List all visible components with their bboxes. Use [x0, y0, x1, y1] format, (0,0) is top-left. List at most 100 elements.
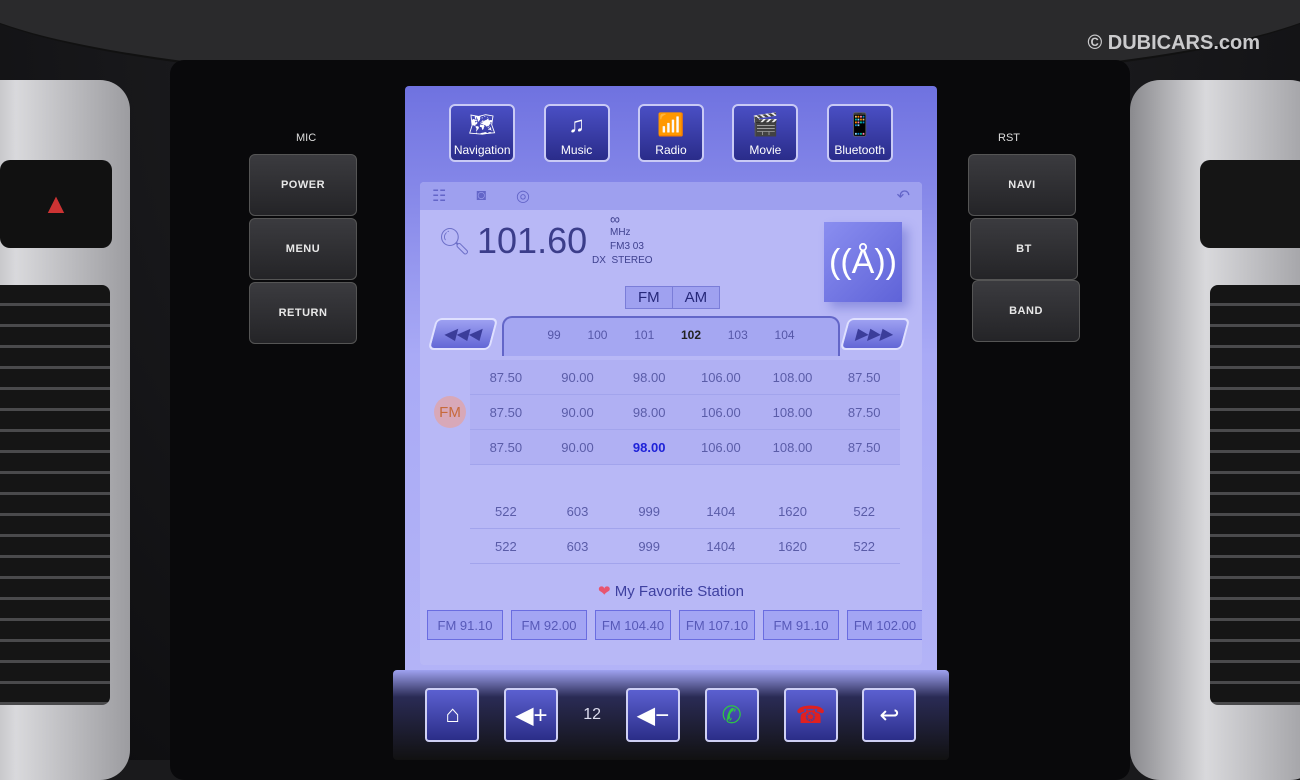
- home-button[interactable]: ⌂: [425, 688, 480, 742]
- preset-cell[interactable]: 999: [613, 504, 685, 519]
- preset-cell[interactable]: 1620: [757, 504, 829, 519]
- favorite-station[interactable]: FM 104.40: [595, 610, 671, 640]
- scan-icon[interactable]: ◎: [516, 186, 530, 206]
- am-preset-grid: 522 603 999 1404 1620 522 522 603 999 1404 1620 522: [470, 494, 900, 564]
- preset-cell[interactable]: 108.00: [757, 440, 829, 455]
- map-icon: 🗺: [468, 111, 497, 137]
- right-switch: [1200, 160, 1300, 248]
- app-bar: 🗺 Navigation ♫ Music 📶 Radio 🎬 Movie 📱 Blueto…: [405, 104, 937, 162]
- antenna-icon: ((Å)): [824, 222, 902, 302]
- tuning-dial[interactable]: 99 100 101 102 103 104: [502, 316, 840, 356]
- touchscreen: 🗺 Navigation ♫ Music 📶 Radio 🎬 Movie 📱 Blueto…: [393, 86, 949, 760]
- preset-cell[interactable]: 98.00: [613, 405, 685, 420]
- return-button[interactable]: RETURN: [249, 282, 357, 344]
- left-air-vent: [0, 285, 110, 705]
- preset-cell[interactable]: 108.00: [757, 405, 829, 420]
- preset-cell[interactable]: 603: [542, 504, 614, 519]
- power-button[interactable]: POWER: [249, 154, 357, 216]
- app-navigation[interactable]: 🗺 Navigation: [449, 104, 516, 162]
- favorite-header: ❤ My Favorite Station: [420, 582, 922, 600]
- stereo-label: STEREO: [611, 255, 653, 266]
- preset-cell[interactable]: 87.50: [470, 440, 542, 455]
- back-icon[interactable]: ↶: [897, 186, 910, 206]
- tab-fm[interactable]: FM: [626, 287, 672, 308]
- favorite-station[interactable]: FM 102.00: [847, 610, 922, 640]
- preset-cell[interactable]: 106.00: [685, 440, 757, 455]
- preset-cell[interactable]: 90.00: [542, 405, 614, 420]
- preset-cell[interactable]: 87.50: [828, 405, 900, 420]
- preset-cell[interactable]: 1404: [685, 539, 757, 554]
- preset-cell[interactable]: 522: [828, 504, 900, 519]
- preset-cell[interactable]: 522: [828, 539, 900, 554]
- app-label: Radio: [655, 143, 687, 157]
- app-radio[interactable]: 📶 Radio: [637, 104, 704, 162]
- menu-button[interactable]: MENU: [249, 218, 357, 280]
- loop-indicator: ∞: [610, 211, 620, 227]
- app-label: Movie: [749, 143, 782, 157]
- preset-cell[interactable]: 87.50: [828, 440, 900, 455]
- volume-down-button[interactable]: ◀−: [625, 688, 680, 742]
- fm-preset-grid: 87.50 90.00 98.00 106.00 108.00 87.50 87.50 90.…: [470, 360, 900, 465]
- unit-label: MHz: [610, 227, 631, 238]
- band-button[interactable]: BAND: [972, 280, 1080, 342]
- heart-icon: ❤: [598, 583, 611, 600]
- dial-tick: 100: [587, 328, 608, 342]
- volume-level: 12: [583, 706, 601, 723]
- volume-up-icon: ◀+: [515, 701, 548, 729]
- preset-cell[interactable]: 90.00: [542, 370, 614, 385]
- preset-cell[interactable]: 108.00: [757, 370, 829, 385]
- app-bluetooth[interactable]: 📱 Bluetooth: [826, 104, 893, 162]
- app-label: Navigation: [453, 143, 511, 157]
- preset-cell[interactable]: 90.00: [542, 440, 614, 455]
- back-button[interactable]: ↩: [862, 688, 917, 742]
- preset-cell[interactable]: 98.00: [613, 440, 685, 455]
- mic-label: MIC: [296, 132, 317, 144]
- preset-cell[interactable]: 106.00: [685, 405, 757, 420]
- bluetooth-icon: 📱: [846, 111, 874, 137]
- radio-icon: 📶: [657, 111, 685, 137]
- preset-cell[interactable]: 98.00: [613, 370, 685, 385]
- phone-icon: ✆: [721, 701, 742, 729]
- preset-cell[interactable]: 522: [470, 504, 542, 519]
- preset-cell[interactable]: 1404: [685, 504, 757, 519]
- radio-panel: ☷ ◙ ◎ ↶ 🔍︎ 101.60 ∞ MHz FM3 03 DX STEREO…: [420, 182, 922, 665]
- preset-cell[interactable]: 999: [613, 539, 685, 554]
- app-music[interactable]: ♫ Music: [543, 104, 610, 162]
- home-icon: ⌂: [445, 701, 460, 728]
- preset-cell[interactable]: 87.50: [470, 405, 542, 420]
- band-switch: FM AM: [625, 286, 721, 309]
- preset-cell[interactable]: 87.50: [470, 370, 542, 385]
- tab-am[interactable]: AM: [671, 287, 720, 308]
- favorite-station[interactable]: FM 91.10: [763, 610, 839, 640]
- call-button[interactable]: ✆: [704, 688, 759, 742]
- hazard-icon[interactable]: ▲: [0, 160, 112, 248]
- bt-button[interactable]: BT: [970, 218, 1078, 280]
- preset-row: 522 603 999 1404 1620 522: [470, 529, 900, 564]
- volume-up-button[interactable]: ◀+: [504, 688, 559, 742]
- app-movie[interactable]: 🎬 Movie: [732, 104, 799, 162]
- preset-cell[interactable]: 1620: [757, 539, 829, 554]
- app-label: Bluetooth: [834, 143, 886, 157]
- frequency-display: 🔍︎ 101.60: [438, 220, 587, 262]
- hangup-button[interactable]: ☎: [783, 688, 838, 742]
- dial-tick: 101: [634, 328, 655, 342]
- preset-cell[interactable]: 603: [542, 539, 614, 554]
- favorite-stations: FM 91.10 FM 92.00 FM 104.40 FM 107.10 FM…: [427, 610, 922, 640]
- dial-tick: 103: [727, 328, 748, 342]
- band-preset-label: FM3 03: [610, 241, 644, 252]
- navi-button[interactable]: NAVI: [968, 154, 1076, 216]
- preset-cell[interactable]: 106.00: [685, 370, 757, 385]
- equalizer-icon[interactable]: ☷: [432, 186, 446, 206]
- station-info: ∞ MHz FM3 03 DX STEREO: [592, 211, 653, 268]
- preset-cell[interactable]: 522: [470, 539, 542, 554]
- dial-tick: 102: [680, 328, 702, 342]
- seek-back-button[interactable]: ◀◀◀: [427, 318, 499, 350]
- favorite-station[interactable]: FM 91.10: [427, 610, 503, 640]
- search-icon[interactable]: 🔍︎: [438, 226, 471, 257]
- speaker-icon[interactable]: ◙: [476, 187, 486, 205]
- seek-forward-button[interactable]: ▶▶▶: [839, 318, 911, 350]
- favorite-station[interactable]: FM 92.00: [511, 610, 587, 640]
- favorite-station[interactable]: FM 107.10: [679, 610, 755, 640]
- preset-row: 87.50 90.00 98.00 106.00 108.00 87.50: [470, 360, 900, 395]
- preset-cell[interactable]: 87.50: [828, 370, 900, 385]
